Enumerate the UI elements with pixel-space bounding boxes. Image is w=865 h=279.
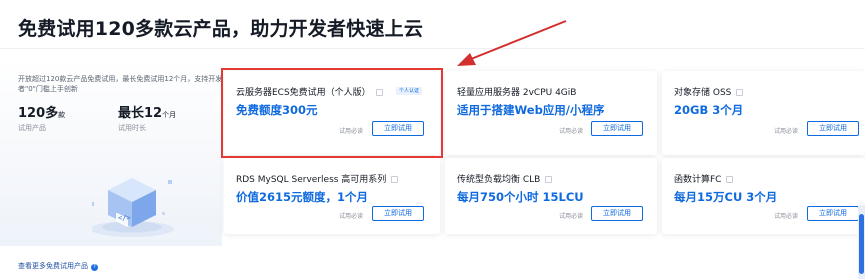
trial-notice-link[interactable]: 试用必读: [559, 126, 583, 135]
svg-text:</>: </>: [118, 214, 131, 222]
trial-notice-link[interactable]: 试用必读: [774, 211, 798, 220]
card-price: 价值2615元额度，1个月: [236, 190, 369, 204]
card-title: 轻量应用服务器 2vCPU 4GiB: [457, 85, 576, 98]
card-title: RDS MySQL Serverless 高可用系列: [236, 172, 399, 185]
card-title-text: RDS MySQL Serverless 高可用系列: [236, 175, 387, 185]
card-title: 传统型负载均衡 CLB: [457, 172, 553, 185]
stat-products-value: 120多款: [18, 102, 65, 121]
card-price: 适用于搭建Web应用/小程序: [457, 103, 605, 117]
divider: [0, 48, 865, 49]
highlight-box: [221, 68, 443, 158]
try-now-button[interactable]: 立即试用: [591, 206, 643, 221]
product-card-clb[interactable]: 传统型负载均衡 CLB 每月750个小时 15LCU 试用必读 立即试用: [445, 158, 657, 234]
info-icon: [545, 176, 553, 183]
card-title-text: 对象存储 OSS: [674, 88, 732, 98]
card-price: 每月15万CU 3个月: [674, 190, 778, 204]
more-trials-link[interactable]: 查看更多免费试用产品?: [18, 261, 98, 271]
stat-duration-unit: 个月: [162, 111, 177, 119]
product-card-oss[interactable]: 对象存储 OSS 20GB 3个月 试用必读 立即试用: [662, 71, 865, 155]
stat-duration-number: 最长12: [118, 106, 163, 121]
trial-notice-link[interactable]: 试用必读: [339, 211, 363, 220]
try-now-button[interactable]: 立即试用: [807, 206, 859, 221]
card-title: 函数计算FC: [674, 172, 734, 185]
card-title: 对象存储 OSS: [674, 85, 744, 98]
stat-products-label: 试用产品: [18, 124, 46, 132]
card-title-text: 函数计算FC: [674, 175, 722, 185]
product-card-lightweight-server[interactable]: 轻量应用服务器 2vCPU 4GiB 适用于搭建Web应用/小程序 试用必读 立…: [445, 71, 657, 155]
code-cube-icon: </>: [92, 178, 174, 237]
intro-description: 开放超过120款云产品免费试用，最长免费试用12个月，支持开发者"0"门槛上手创…: [18, 75, 223, 93]
stat-duration-value: 最长12个月: [118, 102, 176, 121]
page-title: 免费试用120多款云产品，助力开发者快速上云: [18, 18, 424, 40]
scrollbar-thumb[interactable]: [859, 214, 864, 274]
stat-products-number: 120多: [18, 106, 59, 121]
help-circle-icon: ?: [91, 264, 98, 271]
card-title-text: 轻量应用服务器 2vCPU 4GiB: [457, 88, 577, 98]
more-trials-text[interactable]: 查看更多免费试用产品: [18, 262, 88, 270]
try-now-button[interactable]: 立即试用: [372, 206, 424, 221]
stat-products-unit: 款: [58, 111, 66, 119]
try-now-button[interactable]: 立即试用: [591, 121, 643, 136]
card-price: 每月750个小时 15LCU: [457, 190, 584, 204]
info-icon: [736, 89, 744, 96]
info-icon: [726, 176, 734, 183]
info-icon: [391, 176, 399, 183]
card-title-text: 传统型负载均衡 CLB: [457, 175, 541, 185]
product-card-fc[interactable]: 函数计算FC 每月15万CU 3个月 试用必读 立即试用: [662, 158, 865, 234]
stat-duration-label: 试用时长: [118, 124, 146, 132]
card-price: 20GB 3个月: [674, 103, 744, 117]
trial-notice-link[interactable]: 试用必读: [774, 126, 798, 135]
annotation-arrow-icon: [457, 20, 567, 66]
trial-notice-link[interactable]: 试用必读: [559, 211, 583, 220]
product-card-rds[interactable]: RDS MySQL Serverless 高可用系列 价值2615元额度，1个月…: [224, 158, 440, 234]
try-now-button[interactable]: 立即试用: [807, 121, 859, 136]
